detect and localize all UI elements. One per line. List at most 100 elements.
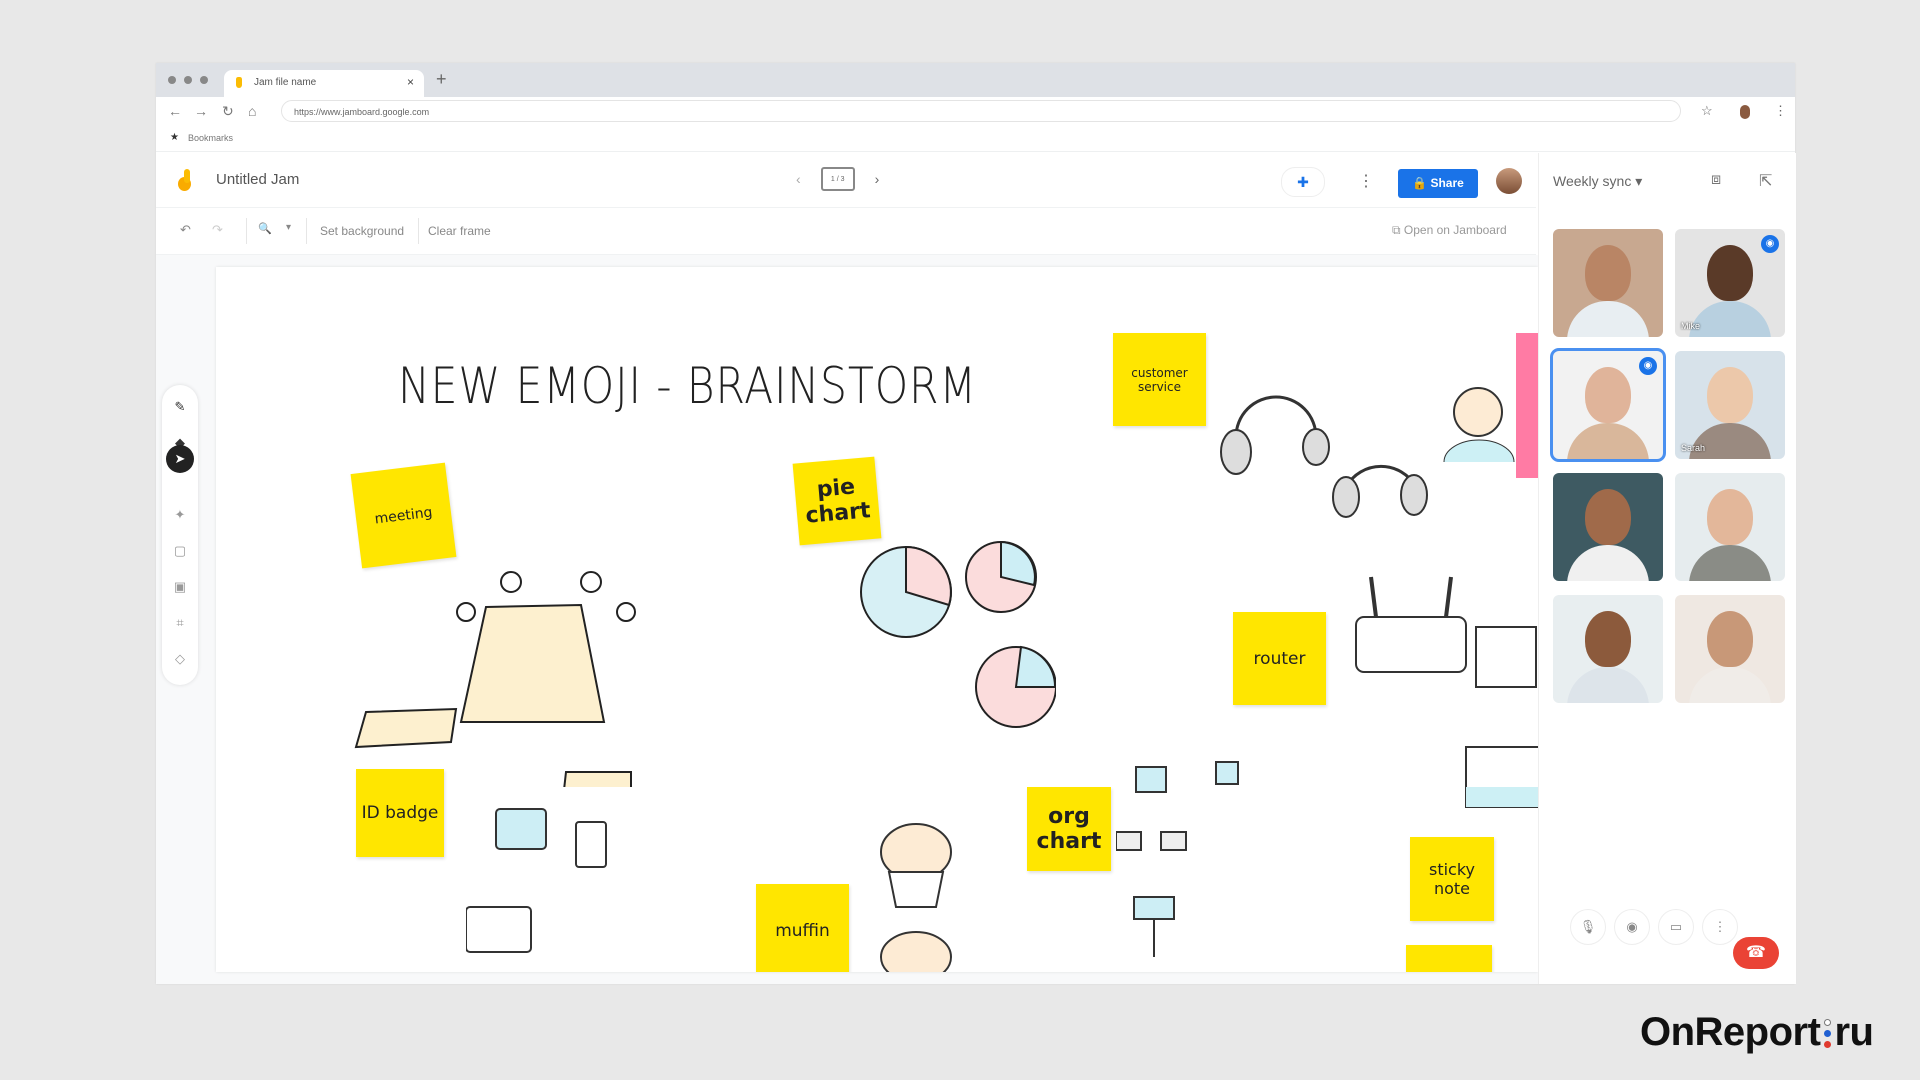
participant-body (1689, 667, 1771, 703)
next-frame-icon[interactable]: › (875, 171, 880, 187)
close-tab-icon[interactable]: × (407, 75, 414, 89)
participant-body (1567, 301, 1649, 337)
window-controls[interactable] (168, 76, 208, 84)
participant-body (1689, 301, 1771, 337)
prev-frame-icon[interactable]: ‹ (796, 171, 801, 187)
more-options-icon[interactable]: ⋮ (1358, 171, 1374, 191)
badge-doodles[interactable] (466, 797, 666, 972)
zoom-dropdown-icon[interactable]: ▾ (286, 222, 291, 233)
new-tab-button[interactable]: + (436, 69, 447, 90)
frame-counter: 1 / 3 (830, 176, 845, 183)
side-toolbar: ✎ ◆ ➤ ✦ ▢ ▣ ⌗ ◇ (162, 385, 198, 685)
divider (246, 218, 247, 244)
url-input[interactable]: https://www.jamboard.google.com (281, 100, 1681, 122)
meet-sidebar: Weekly sync ▾ ⧈ ⇱ ◉ Mike ◉ Sarah (1538, 153, 1796, 984)
sticky-note-tool-icon[interactable]: ▢ (162, 543, 198, 559)
participant-tile[interactable] (1675, 595, 1785, 703)
participant-tile[interactable] (1553, 473, 1663, 581)
participant-face (1585, 245, 1631, 301)
participant-body (1689, 545, 1771, 581)
sticky-pie-chart[interactable]: pie chart (792, 456, 882, 546)
org-chart-doodles[interactable] (1116, 757, 1296, 972)
meeting-doodle[interactable] (336, 487, 656, 787)
onreport-watermark: OnReport ru (1640, 1010, 1874, 1055)
sticky-org-chart[interactable]: org chart (1027, 787, 1111, 871)
participant-tile[interactable]: Sarah (1675, 351, 1785, 459)
participant-body (1689, 423, 1771, 459)
eye-icon: ◉ (1639, 357, 1657, 375)
undo-icon[interactable]: ↶ (180, 222, 191, 238)
home-icon[interactable]: ⌂ (248, 103, 256, 119)
set-background-button[interactable]: Set background (320, 224, 404, 238)
open-on-jamboard-button[interactable]: ⧉ Open on Jamboard (1392, 223, 1507, 238)
jam-board[interactable]: NEW EMOJI - BRAINSTORM meeting pie chart… (216, 267, 1538, 972)
forward-icon[interactable]: → (194, 103, 208, 119)
zoom-icon[interactable]: 🔍 (258, 222, 272, 235)
sticky-router[interactable]: router (1233, 612, 1326, 705)
open-external-icon[interactable]: ⇱ (1759, 171, 1772, 191)
open-on-jamboard-label: Open on Jamboard (1403, 223, 1507, 237)
meeting-title-text: Weekly sync (1553, 173, 1632, 189)
profile-avatar[interactable] (1740, 105, 1750, 119)
meeting-title[interactable]: Weekly sync ▾ (1553, 173, 1642, 190)
shape-tool-icon[interactable]: ⌗ (162, 615, 198, 631)
participant-tile[interactable] (1553, 229, 1663, 337)
board-heading[interactable]: NEW EMOJI - BRAINSTORM (398, 357, 977, 415)
chevron-down-icon: ▾ (1635, 173, 1643, 189)
redo-icon[interactable]: ↷ (212, 222, 223, 238)
participant-body (1567, 545, 1649, 581)
pen-tool-icon[interactable]: ✎ (162, 399, 198, 415)
share-label: Share (1430, 176, 1464, 190)
watermark-colon (1820, 1019, 1834, 1049)
browser-tab[interactable]: Jam file name × (224, 70, 424, 97)
bookmark-icon: ★ (170, 132, 179, 143)
mic-button[interactable]: 🎙 (1570, 909, 1606, 945)
select-tool-icon[interactable]: ➤ (166, 445, 194, 473)
participant-name: Sarah (1681, 443, 1706, 453)
divider (418, 218, 419, 244)
watermark-right: ru (1834, 1010, 1874, 1054)
sticky-muffin[interactable]: muffin (756, 884, 849, 972)
share-button[interactable]: 🔒 Share (1398, 169, 1478, 198)
watermark-left: OnReport (1640, 1010, 1821, 1054)
jamboard-logo-icon (178, 169, 192, 191)
lock-icon: 🔒 (1412, 176, 1431, 190)
tab-strip: Jam file name × + (156, 63, 1795, 97)
participant-tile[interactable] (1553, 595, 1663, 703)
sticky-partial[interactable] (1406, 945, 1492, 972)
participant-body (1567, 423, 1649, 459)
user-avatar[interactable] (1496, 168, 1522, 194)
camera-button[interactable]: ◉ (1614, 909, 1650, 945)
muffin-doodles[interactable] (871, 817, 961, 972)
more-controls-button[interactable]: ⋮ (1702, 909, 1738, 945)
headset-doodles[interactable] (1216, 367, 1536, 537)
participant-face (1585, 611, 1631, 667)
meet-activity-button[interactable]: ✚ (1281, 167, 1325, 197)
browser-menu-icon[interactable]: ⋮ (1774, 103, 1787, 119)
bookmark-star-icon[interactable]: ☆ (1701, 103, 1713, 119)
app-header: Untitled Jam ‹ 1 / 3 › ✚ ⋮ 🔒 Share (156, 153, 1536, 208)
participant-tile[interactable]: ◉ Mike (1675, 229, 1785, 337)
participant-tile[interactable]: ◉ (1553, 351, 1663, 459)
frame-navigator: ‹ 1 / 3 › (796, 167, 879, 191)
router-doodles[interactable] (1346, 567, 1538, 817)
sticky-sticky-note[interactable]: sticky note (1410, 837, 1494, 921)
hang-up-button[interactable]: ☎ (1733, 937, 1779, 969)
participant-tile[interactable] (1675, 473, 1785, 581)
reload-icon[interactable]: ↻ (222, 103, 234, 120)
participant-face (1707, 489, 1753, 545)
text-box-tool-icon[interactable]: ◇ (162, 651, 198, 667)
jam-title[interactable]: Untitled Jam (216, 171, 299, 188)
laser-tool-icon[interactable]: ✦ (162, 507, 198, 523)
clear-frame-button[interactable]: Clear frame (428, 224, 491, 238)
bookmarks-bar: ★ Bookmarks (156, 127, 1795, 152)
pie-chart-doodles[interactable] (856, 537, 1056, 767)
sticky-customer-service[interactable]: customer service (1113, 333, 1206, 426)
back-icon[interactable]: ← (168, 103, 182, 119)
frame-bar-button[interactable]: 1 / 3 (820, 167, 855, 191)
present-button[interactable]: ▭ (1658, 909, 1694, 945)
cast-icon: ⧉ (1392, 223, 1404, 237)
image-tool-icon[interactable]: ▣ (162, 579, 198, 595)
picture-in-picture-icon[interactable]: ⧈ (1711, 171, 1721, 189)
bookmarks-label[interactable]: Bookmarks (188, 133, 233, 143)
